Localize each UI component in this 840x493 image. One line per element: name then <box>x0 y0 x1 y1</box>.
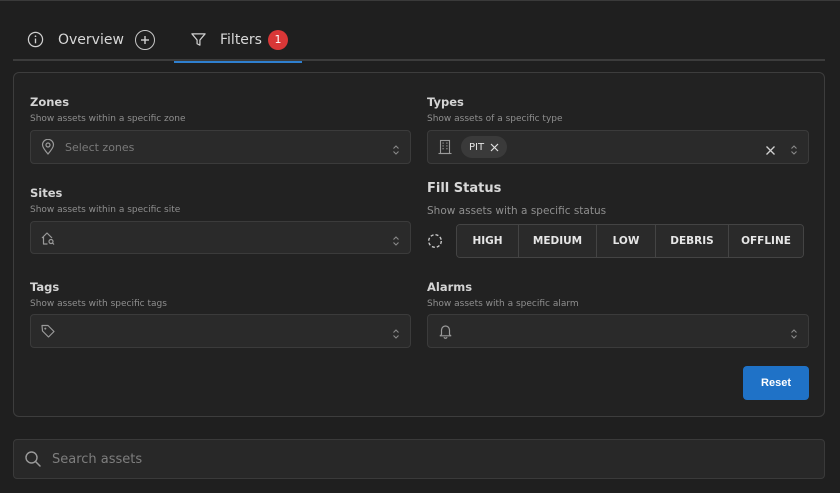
type-chip-pit[interactable]: PIT <box>461 136 508 158</box>
bell-icon <box>428 323 462 339</box>
alarms-label: Alarms <box>427 280 473 294</box>
types-description: Show assets of a specific type <box>427 114 563 124</box>
types-field: Types Show assets of a specific type <box>427 95 563 124</box>
chevron-updown-icon <box>392 325 400 344</box>
status-high-button[interactable]: HIGH <box>457 225 519 257</box>
zones-placeholder: Select zones <box>65 140 135 154</box>
search-input[interactable] <box>52 451 752 467</box>
dashed-circle-icon <box>427 233 443 253</box>
active-tab-indicator <box>174 61 302 63</box>
tag-icon <box>31 323 65 339</box>
info-icon <box>25 30 45 50</box>
tags-field: Tags Show assets with specific tags <box>30 280 167 309</box>
map-pin-icon <box>31 139 65 155</box>
tab-bar: Overview Filters 1 <box>13 18 825 63</box>
add-tab-button[interactable] <box>134 29 155 50</box>
alarms-field: Alarms Show assets with a specific alarm <box>427 280 579 309</box>
zones-label: Zones <box>30 95 70 109</box>
tab-filters[interactable]: Filters 1 <box>174 18 302 63</box>
tags-label: Tags <box>30 280 60 294</box>
close-icon[interactable] <box>490 143 499 152</box>
window-top-border <box>0 0 840 1</box>
fill-status-description: Show assets with a specific status <box>427 205 607 217</box>
tags-description: Show assets with specific tags <box>30 299 167 309</box>
clear-types-icon[interactable] <box>765 141 776 160</box>
tab-overview-label: Overview <box>58 31 124 48</box>
fill-status-title: Fill Status <box>427 181 502 196</box>
alarms-select[interactable] <box>427 314 809 348</box>
status-offline-button[interactable]: OFFLINE <box>729 225 803 257</box>
plus-icon <box>140 35 149 44</box>
building-icon <box>428 139 462 155</box>
filter-panel: Zones Show assets within a specific zone… <box>13 72 825 417</box>
sites-description: Show assets within a specific site <box>30 205 181 215</box>
fill-status-field: Fill Status Show assets with a specific … <box>427 181 606 217</box>
fill-status-group: HIGH MEDIUM LOW DEBRIS OFFLINE <box>456 224 804 258</box>
chevron-updown-icon <box>790 141 798 160</box>
zones-field: Zones Show assets within a specific zone <box>30 95 186 124</box>
type-chip-label: PIT <box>469 141 485 153</box>
reset-button[interactable]: Reset <box>743 366 809 400</box>
sites-label: Sites <box>30 186 63 200</box>
chevron-updown-icon <box>392 141 400 160</box>
house-search-icon <box>31 230 65 246</box>
search-icon <box>14 450 52 468</box>
status-medium-button[interactable]: MEDIUM <box>519 225 597 257</box>
tab-filters-label: Filters <box>220 31 262 48</box>
tags-select[interactable] <box>30 314 411 348</box>
types-label: Types <box>427 95 464 109</box>
filter-icon <box>188 30 208 50</box>
chevron-updown-icon <box>392 232 400 251</box>
alarms-description: Show assets with a specific alarm <box>427 299 579 309</box>
sites-field: Sites Show assets within a specific site <box>30 186 180 215</box>
chevron-updown-icon <box>790 325 798 344</box>
zones-select[interactable]: Select zones <box>30 130 411 164</box>
zones-description: Show assets within a specific zone <box>30 114 186 124</box>
tab-overview[interactable]: Overview <box>25 18 155 61</box>
status-low-button[interactable]: LOW <box>597 225 656 257</box>
sites-select[interactable] <box>30 221 411 254</box>
filters-count-badge: 1 <box>267 29 288 50</box>
types-select[interactable]: PIT <box>427 130 809 164</box>
status-debris-button[interactable]: DEBRIS <box>656 225 729 257</box>
search-bar[interactable] <box>13 439 825 479</box>
